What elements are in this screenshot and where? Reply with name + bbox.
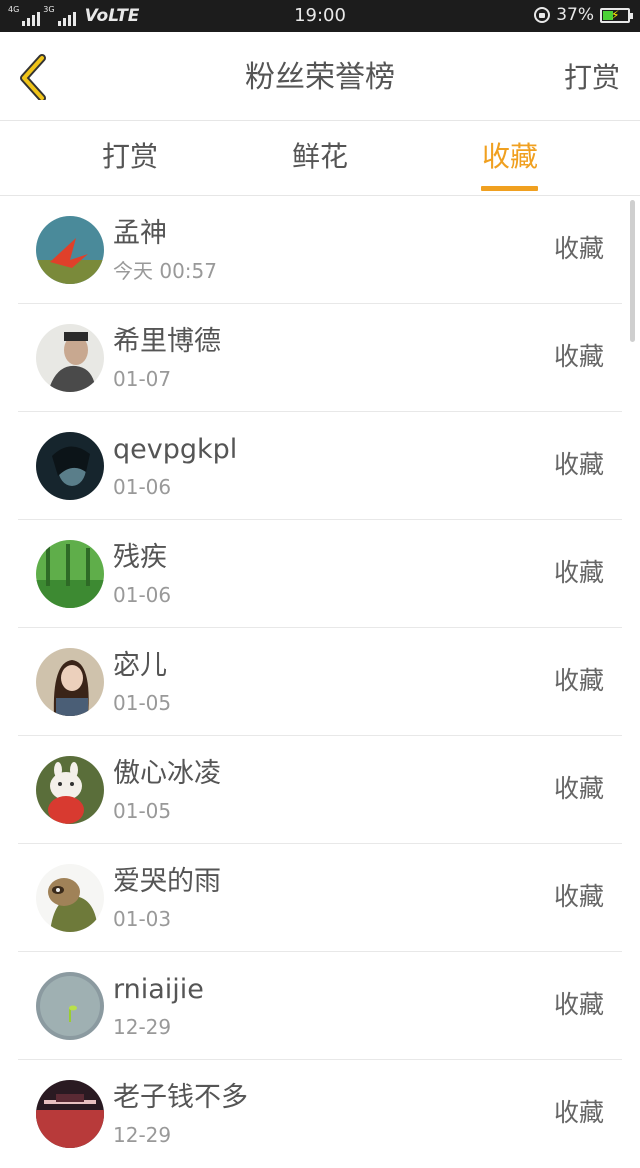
avatar[interactable] (36, 216, 104, 284)
user-name: rniaijie (113, 974, 204, 1005)
back-button[interactable] (14, 52, 58, 102)
list-item[interactable]: 宓儿 01-05 收藏 (0, 628, 640, 736)
nav-header: 粉丝荣誉榜 打赏 (0, 32, 640, 121)
item-date: 01-05 (113, 691, 172, 715)
avatar[interactable] (36, 972, 104, 1040)
item-date: 01-03 (113, 907, 172, 931)
list-item[interactable]: rniaijie 12-29 收藏 (0, 952, 640, 1060)
user-name: 孟神 (113, 218, 167, 249)
user-name: 老子钱不多 (113, 1082, 248, 1113)
avatar[interactable] (36, 432, 104, 500)
page-title: 粉丝荣誉榜 (245, 60, 395, 95)
action-label: 收藏 (553, 234, 604, 263)
action-label: 收藏 (553, 990, 604, 1019)
user-name: qevpgkpl (113, 434, 238, 465)
status-bar: 4G 3G VoLTE 19:00 37% ⚡ (0, 0, 640, 32)
user-name: 残疾 (113, 542, 167, 573)
item-date: 01-05 (113, 799, 172, 823)
avatar[interactable] (36, 540, 104, 608)
list-item[interactable]: 傲心冰凌 01-05 收藏 (0, 736, 640, 844)
avatar[interactable] (36, 864, 104, 932)
item-date: 01-06 (113, 583, 172, 607)
chevron-left-icon (20, 54, 46, 102)
user-name: 爱哭的雨 (113, 866, 221, 897)
list-item[interactable]: 希里博德 01-07 收藏 (0, 304, 640, 412)
fan-list[interactable]: 孟神 今天 00:57 收藏 希里博德 01-07 收藏 qevpgkpl 01… (0, 196, 640, 1168)
item-date: 12-29 (113, 1015, 172, 1039)
list-item[interactable]: qevpgkpl 01-06 收藏 (0, 412, 640, 520)
scrollbar[interactable] (630, 200, 635, 342)
avatar[interactable] (36, 756, 104, 824)
action-label: 收藏 (553, 342, 604, 371)
item-date: 12-29 (113, 1123, 172, 1147)
active-tab-indicator (481, 186, 538, 191)
reward-button[interactable]: 打赏 (564, 58, 620, 98)
battery-percent: 37% (556, 5, 594, 25)
list-item[interactable]: 爱哭的雨 01-03 收藏 (0, 844, 640, 952)
item-date: 今天 00:57 (113, 259, 217, 283)
status-right: 37% ⚡ (534, 5, 633, 25)
list-item[interactable]: 孟神 今天 00:57 收藏 (0, 196, 640, 304)
charging-icon: ⚡ (611, 7, 620, 22)
action-label: 收藏 (553, 666, 604, 695)
user-name: 希里博德 (113, 326, 221, 357)
list-item[interactable]: 老子钱不多 12-29 收藏 (0, 1060, 640, 1168)
tab-bar: 打赏 鲜花 收藏 (0, 121, 640, 196)
user-name: 傲心冰凌 (113, 758, 221, 789)
tab-flowers[interactable]: 鲜花 (260, 137, 380, 177)
user-name: 宓儿 (113, 650, 167, 681)
action-label: 收藏 (553, 774, 604, 803)
action-label: 收藏 (553, 1098, 604, 1127)
tab-favorites[interactable]: 收藏 (450, 137, 570, 177)
action-label: 收藏 (553, 450, 604, 479)
tab-reward[interactable]: 打赏 (70, 137, 190, 177)
rotation-lock-icon (534, 7, 551, 23)
item-date: 01-07 (113, 367, 172, 391)
list-item[interactable]: 残疾 01-06 收藏 (0, 520, 640, 628)
avatar[interactable] (36, 324, 104, 392)
action-label: 收藏 (553, 882, 604, 911)
battery-icon: ⚡ (600, 7, 633, 23)
avatar[interactable] (36, 648, 104, 716)
item-date: 01-06 (113, 475, 172, 499)
action-label: 收藏 (553, 558, 604, 587)
